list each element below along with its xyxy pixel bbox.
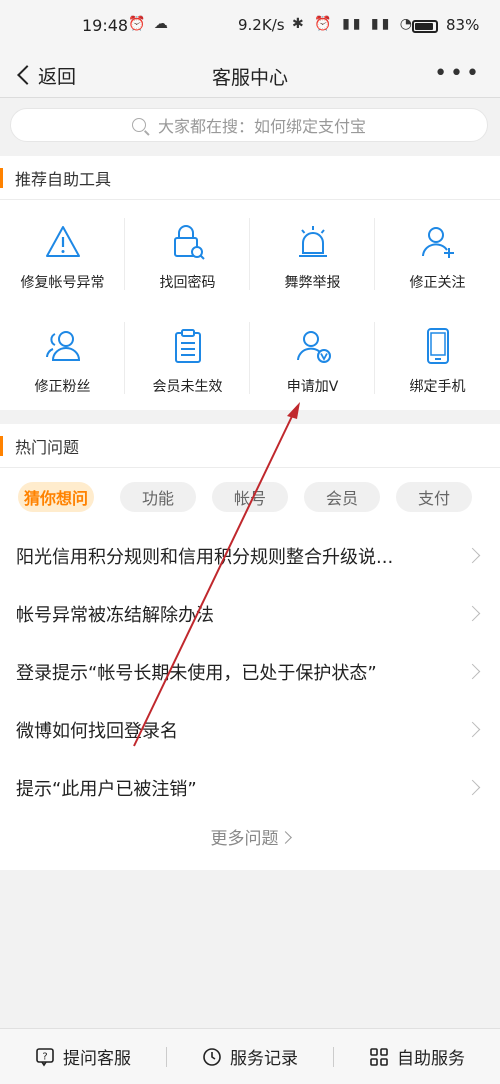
- service-records-label: 服务记录: [230, 1049, 298, 1069]
- tool-label: 修复帐号异常: [20, 275, 105, 291]
- tab-payment[interactable]: 支付: [396, 482, 472, 512]
- status-bar: 19:48 ⏰ ☁ 9.2K/s ✱ ⏰ ▮▮ ▮▮ ◔ 83%: [0, 0, 500, 52]
- question-text: 帐号异常被冻结解除办法: [16, 605, 214, 626]
- grid-icon: [370, 1047, 388, 1066]
- status-right-icons: ✱ ⏰ ▮▮ ▮▮ ◔: [292, 16, 415, 32]
- tool-membership-inactive[interactable]: 会员未生效: [125, 306, 250, 410]
- phone-icon: [416, 324, 460, 368]
- clipboard-icon: [166, 324, 210, 368]
- section-accent-bar: [0, 435, 3, 456]
- status-network-speed: 9.2K/s: [238, 16, 285, 34]
- user-add-icon: [416, 220, 460, 264]
- more-icon[interactable]: •••: [434, 63, 482, 85]
- back-label: 返回: [38, 65, 77, 88]
- svg-text:?: ?: [42, 1051, 47, 1062]
- self-help-tools: 推荐自助工具 修复帐号异常 找回密码 舞弊举报 修正关注 修正粉丝 会员未生效 …: [0, 156, 500, 410]
- back-button[interactable]: 返回: [14, 60, 76, 90]
- question-category-tabs: 猜你想问 功能 帐号 会员 支付: [0, 482, 500, 514]
- chevron-right-icon: [278, 831, 292, 844]
- status-left-icons: ⏰ ☁: [128, 16, 170, 32]
- lock-search-icon: [166, 220, 210, 264]
- tab-membership[interactable]: 会员: [304, 482, 380, 512]
- tool-bind-phone[interactable]: 绑定手机: [375, 306, 500, 410]
- tool-label: 修正关注: [409, 275, 466, 291]
- tools-grid: 修复帐号异常 找回密码 舞弊举报 修正关注 修正粉丝 会员未生效 申请加V 绑定…: [0, 202, 500, 410]
- status-time: 19:48: [82, 16, 129, 35]
- self-service-label: 自助服务: [397, 1049, 465, 1069]
- tool-fix-following[interactable]: 修正关注: [375, 202, 500, 306]
- tools-header: 推荐自助工具: [0, 156, 500, 200]
- tool-label: 找回密码: [159, 275, 216, 291]
- tab-account[interactable]: 帐号: [212, 482, 288, 512]
- more-questions-label: 更多问题: [210, 829, 279, 849]
- question-row[interactable]: 帐号异常被冻结解除办法: [0, 585, 500, 643]
- tool-fix-account[interactable]: 修复帐号异常: [0, 202, 125, 306]
- user-verified-icon: [291, 324, 335, 368]
- alarm-icon: [291, 220, 335, 264]
- tool-label: 绑定手机: [409, 379, 466, 395]
- chevron-right-icon: [464, 547, 481, 564]
- question-row[interactable]: 微博如何找回登录名: [0, 701, 500, 759]
- question-text: 提示“此用户已被注销”: [16, 779, 197, 800]
- tool-apply-verification[interactable]: 申请加V: [250, 306, 375, 410]
- question-text: 微博如何找回登录名: [16, 721, 178, 742]
- hot-heading: 热门问题: [15, 437, 80, 457]
- ask-service-button[interactable]: ? 提问客服: [0, 1029, 166, 1084]
- tool-label: 申请加V: [286, 379, 339, 395]
- question-text: 阳光信用积分规则和信用积分规则整合升级说...: [16, 547, 394, 568]
- chevron-left-icon: [17, 65, 37, 85]
- hot-header: 热门问题: [0, 424, 500, 468]
- chevron-right-icon: [464, 605, 481, 622]
- tool-fraud-report[interactable]: 舞弊举报: [250, 202, 375, 306]
- tool-fix-fans[interactable]: 修正粉丝: [0, 306, 125, 410]
- question-row[interactable]: 阳光信用积分规则和信用积分规则整合升级说...: [0, 527, 500, 585]
- search-area: 大家都在搜：如何绑定支付宝: [0, 98, 500, 154]
- tab-features[interactable]: 功能: [120, 482, 196, 512]
- service-records-button[interactable]: 服务记录: [167, 1029, 333, 1084]
- tool-recover-password[interactable]: 找回密码: [125, 202, 250, 306]
- self-service-button[interactable]: 自助服务: [334, 1029, 500, 1084]
- question-row[interactable]: 提示“此用户已被注销”: [0, 759, 500, 817]
- chevron-right-icon: [464, 663, 481, 680]
- search-icon: [131, 118, 146, 132]
- battery-icon: [412, 20, 438, 33]
- search-input[interactable]: 大家都在搜：如何绑定支付宝: [10, 108, 488, 142]
- section-accent-bar: [0, 167, 3, 188]
- question-row[interactable]: 登录提示“帐号长期未使用，已处于保护状态”: [0, 643, 500, 701]
- users-icon: [41, 324, 85, 368]
- nav-bar: 返回 客服中心 •••: [0, 52, 500, 98]
- status-battery: 83%: [446, 16, 480, 34]
- hot-questions: 热门问题 猜你想问 功能 帐号 会员 支付 阳光信用积分规则和信用积分规则整合升…: [0, 424, 500, 870]
- ask-service-label: 提问客服: [63, 1049, 131, 1069]
- chevron-right-icon: [464, 721, 481, 738]
- question-list: 阳光信用积分规则和信用积分规则整合升级说... 帐号异常被冻结解除办法 登录提示…: [0, 527, 500, 817]
- tool-label: 会员未生效: [152, 379, 223, 395]
- tools-heading: 推荐自助工具: [15, 169, 112, 189]
- search-placeholder: 大家都在搜：如何绑定支付宝: [157, 117, 366, 136]
- tool-label: 修正粉丝: [34, 379, 91, 395]
- chevron-right-icon: [464, 779, 481, 796]
- clock-icon: [203, 1047, 221, 1066]
- question-bubble-icon: ?: [36, 1047, 54, 1066]
- warning-icon: [41, 220, 85, 264]
- question-text: 登录提示“帐号长期未使用，已处于保护状态”: [16, 663, 377, 684]
- bottom-bar: ? 提问客服 服务记录 自助服务: [0, 1028, 500, 1084]
- tab-guess[interactable]: 猜你想问: [18, 482, 94, 512]
- tool-label: 舞弊举报: [284, 275, 341, 291]
- more-questions-link[interactable]: 更多问题: [0, 824, 500, 849]
